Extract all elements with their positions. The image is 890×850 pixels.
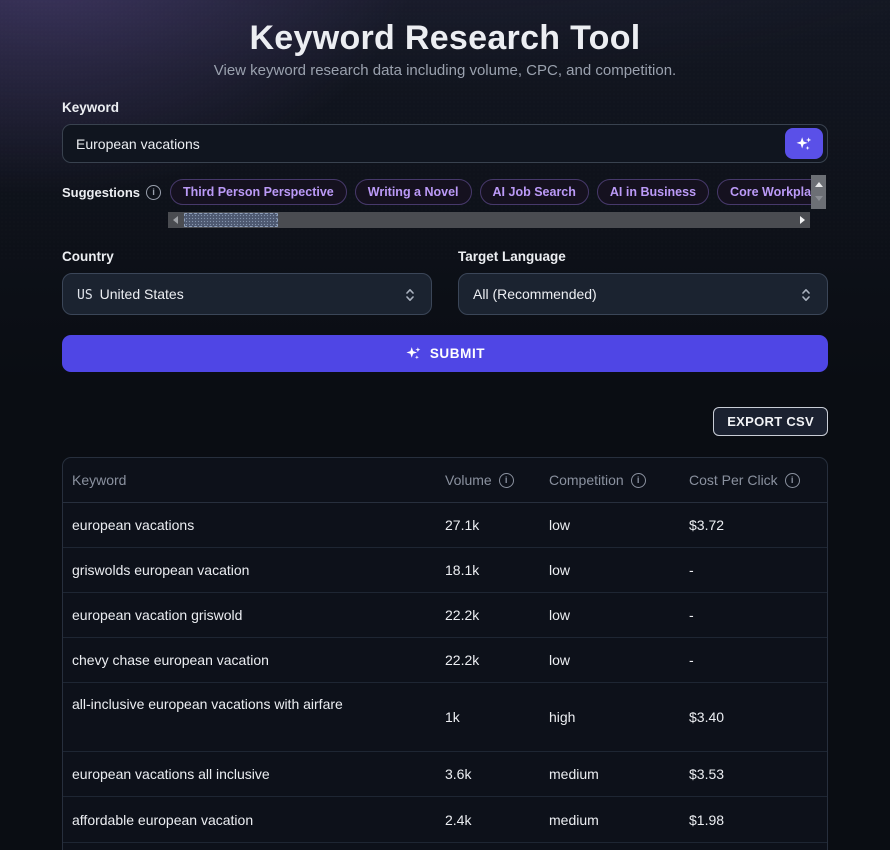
cell-volume: 2.4k <box>436 812 540 828</box>
column-header: Competition i <box>540 472 680 488</box>
country-label: Country <box>62 249 432 264</box>
scroll-up-arrow-icon[interactable] <box>815 182 823 187</box>
submit-label: SUBMIT <box>430 346 485 361</box>
country-flag: US <box>77 288 93 303</box>
column-header-label: Volume <box>445 472 492 488</box>
suggestion-chip[interactable]: Core Workplace Values <box>717 179 811 205</box>
info-icon[interactable]: i <box>785 473 800 488</box>
table-row: all-inclusive european vacations with ai… <box>63 683 827 752</box>
cell-competition: high <box>540 709 680 725</box>
scroll-right-arrow-icon[interactable] <box>800 216 805 224</box>
table-row: european vacation griswold22.2klow- <box>63 593 827 638</box>
country-select[interactable]: US United States <box>62 273 432 315</box>
suggestion-chip[interactable]: AI Job Search <box>480 179 589 205</box>
country-field: Country US United States <box>62 249 432 315</box>
cell-competition: low <box>540 562 680 578</box>
keyword-input[interactable] <box>62 124 828 163</box>
export-row: EXPORT CSV <box>62 407 828 436</box>
table-header-row: KeywordVolumeiCompetitioniCost Per Click… <box>63 458 827 503</box>
suggestions-label-group: Suggestions i <box>62 185 170 200</box>
column-header: Volumei <box>436 472 540 488</box>
cell-cpc: $3.53 <box>680 766 827 782</box>
export-csv-button[interactable]: EXPORT CSV <box>713 407 828 436</box>
cell-volume: 27.1k <box>436 517 540 533</box>
country-value: United States <box>100 286 184 302</box>
cell-volume: 18.1k <box>436 562 540 578</box>
cell-keyword: european vacation griswold <box>63 607 436 623</box>
suggestion-chip[interactable]: AI in Business <box>597 179 709 205</box>
table-body: european vacations27.1klow$3.72griswolds… <box>63 503 827 842</box>
suggestions-horizontal-scrollbar[interactable] <box>168 212 810 228</box>
chevron-updown-icon <box>402 286 418 304</box>
ai-generate-button[interactable] <box>785 128 823 159</box>
sparkles-icon <box>405 345 422 362</box>
cell-volume: 22.2k <box>436 652 540 668</box>
cell-competition: low <box>540 652 680 668</box>
info-icon[interactable]: i <box>499 473 514 488</box>
cell-keyword: european vacations all inclusive <box>63 766 436 782</box>
keyword-row <box>62 124 828 163</box>
submit-button[interactable]: SUBMIT <box>62 335 828 372</box>
cell-keyword: european vacations <box>63 517 436 533</box>
column-header-label: Competition <box>549 472 624 488</box>
suggestion-chip[interactable]: Writing a Novel <box>355 179 472 205</box>
cell-volume: 1k <box>436 709 540 725</box>
cell-volume: 22.2k <box>436 607 540 623</box>
suggestions-label: Suggestions <box>62 185 140 200</box>
suggestion-chips: Third Person Perspective Writing a Novel A… <box>170 179 811 205</box>
scrollbar-thumb[interactable] <box>184 213 278 227</box>
language-select[interactable]: All (Recommended) <box>458 273 828 315</box>
sparkles-icon <box>795 135 813 153</box>
language-field: Target Language All (Recommended) <box>458 249 828 315</box>
cell-keyword: all-inclusive european vacations with ai… <box>63 683 436 712</box>
cell-cpc: $3.72 <box>680 517 827 533</box>
cell-volume: 3.6k <box>436 766 540 782</box>
table-row: european vacations27.1klow$3.72 <box>63 503 827 548</box>
cell-cpc: $1.98 <box>680 812 827 828</box>
cell-cpc: - <box>680 562 827 578</box>
page-subtitle: View keyword research data including vol… <box>62 62 828 79</box>
language-label: Target Language <box>458 249 828 264</box>
results-table: KeywordVolumeiCompetitioniCost Per Click… <box>62 457 828 850</box>
language-value: All (Recommended) <box>473 286 597 302</box>
cell-competition: medium <box>540 766 680 782</box>
column-header: Cost Per Click i <box>680 472 827 488</box>
cell-cpc: $3.40 <box>680 709 827 725</box>
table-row: european vacations all inclusive3.6kmedi… <box>63 752 827 797</box>
scroll-left-arrow-icon[interactable] <box>173 216 178 224</box>
suggestions-block: Suggestions i Third Person Perspective Wr… <box>62 175 828 209</box>
suggestions-info-icon[interactable]: i <box>146 185 161 200</box>
table-row: griswolds european vacation18.1klow- <box>63 548 827 593</box>
cell-competition: low <box>540 607 680 623</box>
column-header-label: Cost Per Click <box>689 472 778 488</box>
scroll-down-arrow-icon[interactable] <box>815 196 823 201</box>
chevron-updown-icon <box>798 286 814 304</box>
suggestion-chip[interactable]: Third Person Perspective <box>170 179 347 205</box>
cell-cpc: - <box>680 607 827 623</box>
column-header-label: Keyword <box>72 472 126 488</box>
cell-competition: low <box>540 517 680 533</box>
cell-keyword: affordable european vacation <box>63 812 436 828</box>
info-icon[interactable]: i <box>631 473 646 488</box>
suggestions-vertical-scrollbar[interactable] <box>811 175 826 209</box>
column-header: Keyword <box>63 472 436 488</box>
table-row: affordable european vacation2.4kmedium$1… <box>63 797 827 842</box>
selects-row: Country US United States Target Language… <box>62 249 828 315</box>
cell-competition: medium <box>540 812 680 828</box>
page-title: Keyword Research Tool <box>62 18 828 58</box>
table-row-partial <box>63 842 827 850</box>
cell-keyword: chevy chase european vacation <box>63 652 436 668</box>
cell-keyword: griswolds european vacation <box>63 562 436 578</box>
keyword-label: Keyword <box>62 100 828 115</box>
cell-cpc: - <box>680 652 827 668</box>
table-row: chevy chase european vacation22.2klow- <box>63 638 827 683</box>
